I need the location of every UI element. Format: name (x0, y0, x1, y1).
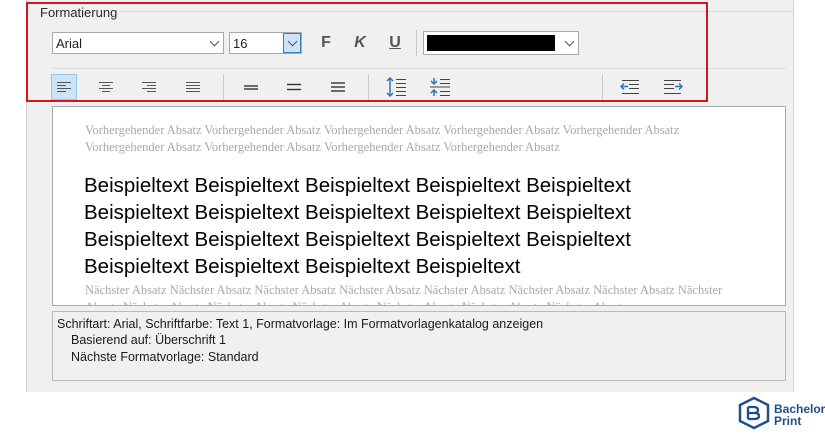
dialog-left-margin (0, 0, 26, 392)
style-description-box: Schriftart: Arial, Schriftfarbe: Text 1,… (52, 311, 786, 381)
brand-wordmark: Bachelor Print (774, 403, 825, 427)
sample-text-line: Beispieltext Beispieltext Beispieltext B… (84, 174, 631, 197)
dialog-right-margin (793, 0, 825, 392)
sample-text-line: Beispieltext Beispieltext Beispieltext B… (84, 255, 521, 278)
sample-text-line: Beispieltext Beispieltext Beispieltext B… (84, 201, 631, 224)
previous-paragraph-text: Vorhergehender Absatz Vorhergehender Abs… (85, 123, 680, 154)
formatting-highlight-frame (26, 2, 708, 102)
bachelorprint-logo-icon (738, 396, 770, 430)
style-dialog: Formatierung Arial 16 F K U Vorhergehend… (0, 0, 825, 392)
next-paragraph-text: Nächster Absatz Nächster Absatz Nächster… (85, 283, 723, 305)
description-based-on-line: Basierend auf: Überschrift 1 (71, 333, 226, 347)
brand-line-2: Print (774, 414, 802, 428)
sample-text-block: Beispieltext Beispieltext Beispieltext B… (84, 172, 744, 280)
style-preview-pane: Vorhergehender Absatz Vorhergehender Abs… (52, 106, 786, 306)
description-next-style-line: Nächste Formatvorlage: Standard (71, 350, 259, 364)
sample-text-line: Beispieltext Beispieltext Beispieltext B… (84, 228, 631, 251)
description-font-line: Schriftart: Arial, Schriftfarbe: Text 1,… (57, 317, 544, 331)
